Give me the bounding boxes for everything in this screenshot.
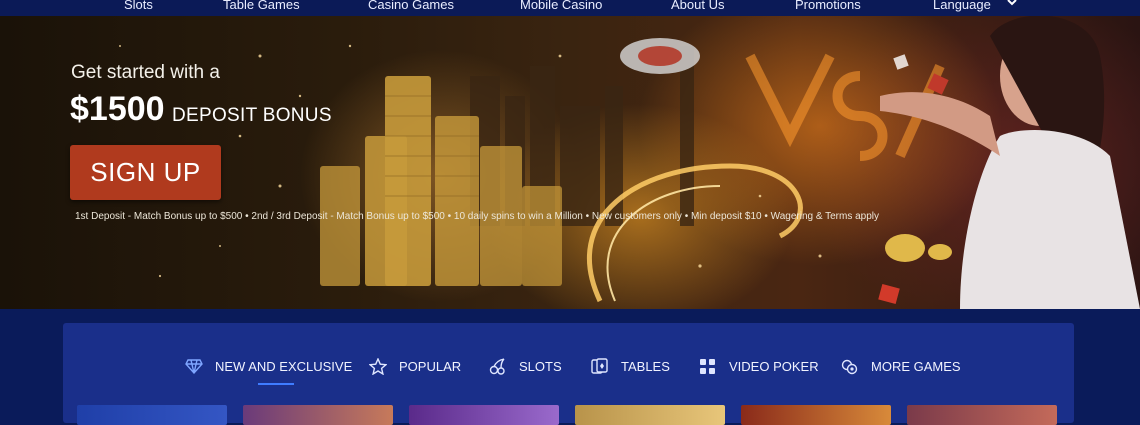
active-tab-indicator	[258, 383, 294, 385]
dice-icon	[700, 358, 715, 374]
hero-bonus-amount: $1500	[70, 90, 165, 128]
tab-label: VIDEO POKER	[729, 358, 819, 374]
tab-tables[interactable]: TABLES	[591, 356, 670, 376]
hero-banner: Get started with a $1500 DEPOSIT BONUS S…	[0, 16, 1140, 309]
tab-label: SLOTS	[519, 358, 562, 374]
diamond-icon	[185, 359, 203, 374]
game-thumbnail[interactable]	[575, 405, 725, 425]
games-panel: NEW AND EXCLUSIVE POPULAR SLOTS TABLES V…	[63, 323, 1074, 425]
tab-label: NEW AND EXCLUSIVE	[215, 358, 353, 374]
nav-mobile-casino[interactable]: Mobile Casino	[520, 0, 602, 12]
game-thumbnail[interactable]	[907, 405, 1057, 425]
tab-more-games[interactable]: MORE GAMES	[841, 356, 961, 376]
top-nav: Slots Table Games Casino Games Mobile Ca…	[0, 0, 1140, 16]
game-thumbnail[interactable]	[243, 405, 393, 425]
tab-video-poker[interactable]: VIDEO POKER	[699, 356, 819, 376]
game-thumbnail[interactable]	[741, 405, 891, 425]
sign-up-button[interactable]: SIGN UP	[70, 145, 221, 200]
cherry-icon	[489, 357, 505, 375]
hero-bonus-label: DEPOSIT BONUS	[172, 105, 332, 126]
chevron-down-icon[interactable]	[1006, 0, 1018, 9]
star-icon	[369, 357, 387, 375]
nav-language[interactable]: Language	[933, 0, 991, 12]
nav-casino-games[interactable]: Casino Games	[368, 0, 454, 12]
tab-label: TABLES	[621, 358, 670, 374]
tab-label: POPULAR	[399, 358, 462, 374]
tab-new-and-exclusive[interactable]: NEW AND EXCLUSIVE	[185, 356, 352, 376]
nav-promotions[interactable]: Promotions	[795, 0, 861, 12]
tab-label: MORE GAMES	[871, 358, 961, 374]
tab-slots[interactable]: SLOTS	[489, 356, 562, 376]
bonus-terms-text: 1st Deposit - Match Bonus up to $500 • 2…	[75, 211, 880, 222]
nav-slots[interactable]: Slots	[124, 0, 153, 12]
cards-icon	[591, 357, 608, 374]
nav-table-games[interactable]: Table Games	[223, 0, 300, 12]
chips-icon	[841, 359, 858, 374]
tab-popular[interactable]: POPULAR	[369, 356, 461, 376]
hero-intro-text: Get started with a	[71, 62, 220, 83]
game-thumbnail[interactable]	[409, 405, 559, 425]
game-thumbnail[interactable]	[77, 405, 227, 425]
nav-about-us[interactable]: About Us	[671, 0, 724, 12]
